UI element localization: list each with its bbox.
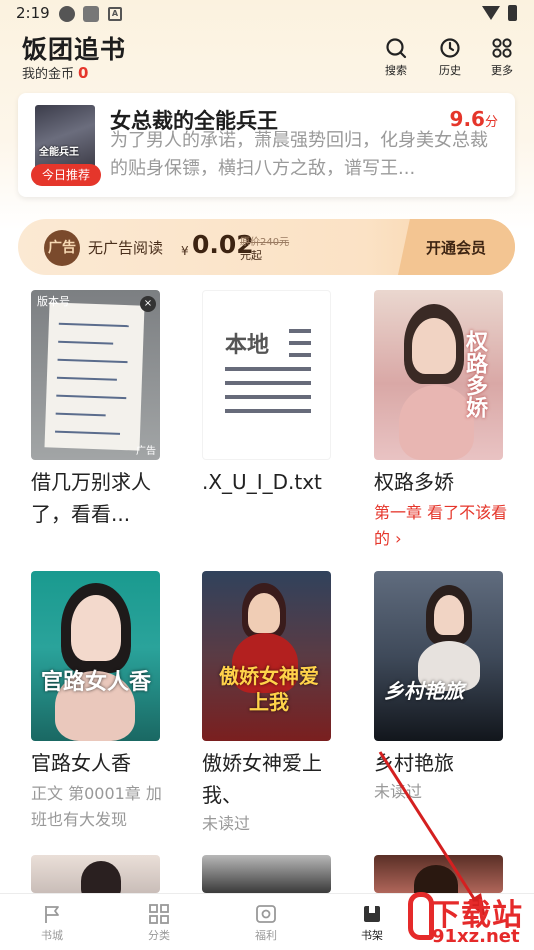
book-cover	[31, 855, 160, 893]
nav-label: 书架	[361, 929, 383, 942]
status-bar: 2:19 A	[0, 0, 534, 28]
book-title: 借几万别求人了，看看...	[31, 470, 151, 526]
book-title: 乡村艳旅	[374, 751, 454, 775]
close-ad-icon[interactable]: ×	[140, 296, 156, 312]
ad-label: 广告	[136, 446, 156, 457]
nav-bookstore[interactable]: 书城	[22, 904, 82, 943]
more-label: 更多	[491, 64, 513, 77]
book-cover: 官路女人香	[31, 571, 160, 741]
search-button[interactable]: 搜索	[376, 37, 416, 78]
watermark-url: 91xz.net	[432, 926, 520, 947]
nav-category[interactable]: 分类	[129, 904, 189, 943]
score-unit: 分	[484, 115, 498, 130]
local-book-cover: 本地	[202, 290, 331, 460]
history-button[interactable]: 历史	[430, 37, 470, 78]
cover-title: 官路女人香	[41, 670, 152, 695]
notification-icon	[59, 6, 75, 22]
cover-title: 权路多娇	[462, 330, 487, 418]
nav-bookshelf[interactable]: 书架	[342, 904, 402, 943]
nav-welfare[interactable]: 福利	[236, 904, 296, 943]
flag-icon	[45, 906, 59, 923]
status-time: 2:19	[16, 4, 50, 22]
battery-icon	[508, 5, 517, 21]
open-vip-button[interactable]: 开通会员	[426, 237, 486, 258]
search-label: 搜索	[385, 64, 407, 77]
app-notification-icon: A	[108, 7, 122, 21]
featured-title: 女总裁的全能兵王	[110, 109, 278, 133]
book-cover: 权路多娇	[374, 290, 503, 460]
nav-label: 书城	[41, 929, 63, 942]
coins-label: 我的金币	[22, 67, 75, 82]
book-title: 官路女人香	[31, 751, 131, 775]
book-progress: 未读过	[202, 814, 251, 833]
featured-book-card[interactable]: 全能兵王 今日推荐 为了男人的承诺，萧晨强势回归，化身美女总裁的贴身保镖，横扫八…	[18, 93, 515, 197]
today-recommend-badge: 今日推荐	[31, 164, 101, 186]
book-cover: 乡村艳旅	[374, 571, 503, 741]
wifi-icon	[482, 6, 500, 20]
book-title: 权路多娇	[374, 470, 454, 494]
featured-cover-text: 全能兵王	[39, 147, 79, 158]
no-ads-logo-icon: 广告	[44, 230, 80, 266]
nav-label: 分类	[148, 929, 170, 942]
history-label: 历史	[439, 64, 461, 77]
coins-value: 0	[78, 64, 89, 82]
book-cover: 傲娇女神爱上我	[202, 571, 331, 741]
clock-icon	[440, 38, 460, 58]
more-button[interactable]: 更多	[482, 37, 522, 78]
bookshelf-icon	[364, 906, 380, 922]
book-progress: 正文 第0001章 加班也有大发现	[31, 784, 162, 829]
book-cover	[202, 855, 331, 893]
cover-title: 傲娇女神爱上我	[219, 664, 319, 714]
category-icon	[149, 904, 169, 924]
book-progress: 未读过	[374, 782, 423, 801]
nav-label: 福利	[255, 929, 277, 942]
featured-score: 9.6分	[450, 107, 498, 131]
book-title: .X_U_I_D.txt	[202, 470, 322, 494]
site-watermark: 下载站 91xz.net	[408, 888, 533, 948]
featured-description: 为了男人的承诺，萧晨强势回归，化身美女总裁的贴身保镖，横扫八方之敌，谱写王...	[110, 130, 488, 179]
book-title: 傲娇女神爱上我、	[202, 751, 322, 807]
vip-label: 无广告阅读	[88, 239, 164, 257]
book-progress: 第一章 看了不该看的 ›	[374, 503, 508, 548]
notes-paper-image	[44, 302, 145, 451]
notification-icon	[83, 6, 99, 22]
local-cover-label: 本地	[225, 333, 270, 358]
app-title: 饭团追书	[22, 35, 127, 64]
vip-original-price: 原价240元	[240, 237, 290, 248]
ad-book-cover: 版本号 × 广告	[31, 290, 160, 460]
score-value: 9.6	[449, 107, 485, 131]
gift-icon	[256, 905, 276, 923]
grid-icon	[492, 38, 512, 58]
vip-banner[interactable]: 广告 无广告阅读 ¥ 0.02 原价240元 元起 开通会员	[18, 219, 515, 275]
cover-version-text: 版本号	[37, 295, 70, 308]
cover-title: 乡村艳旅	[384, 679, 464, 703]
vip-currency: ¥	[181, 244, 189, 258]
search-icon	[386, 38, 407, 59]
coins-display[interactable]: 我的金币 0	[22, 63, 88, 82]
vip-price-unit: 元起	[240, 249, 262, 262]
